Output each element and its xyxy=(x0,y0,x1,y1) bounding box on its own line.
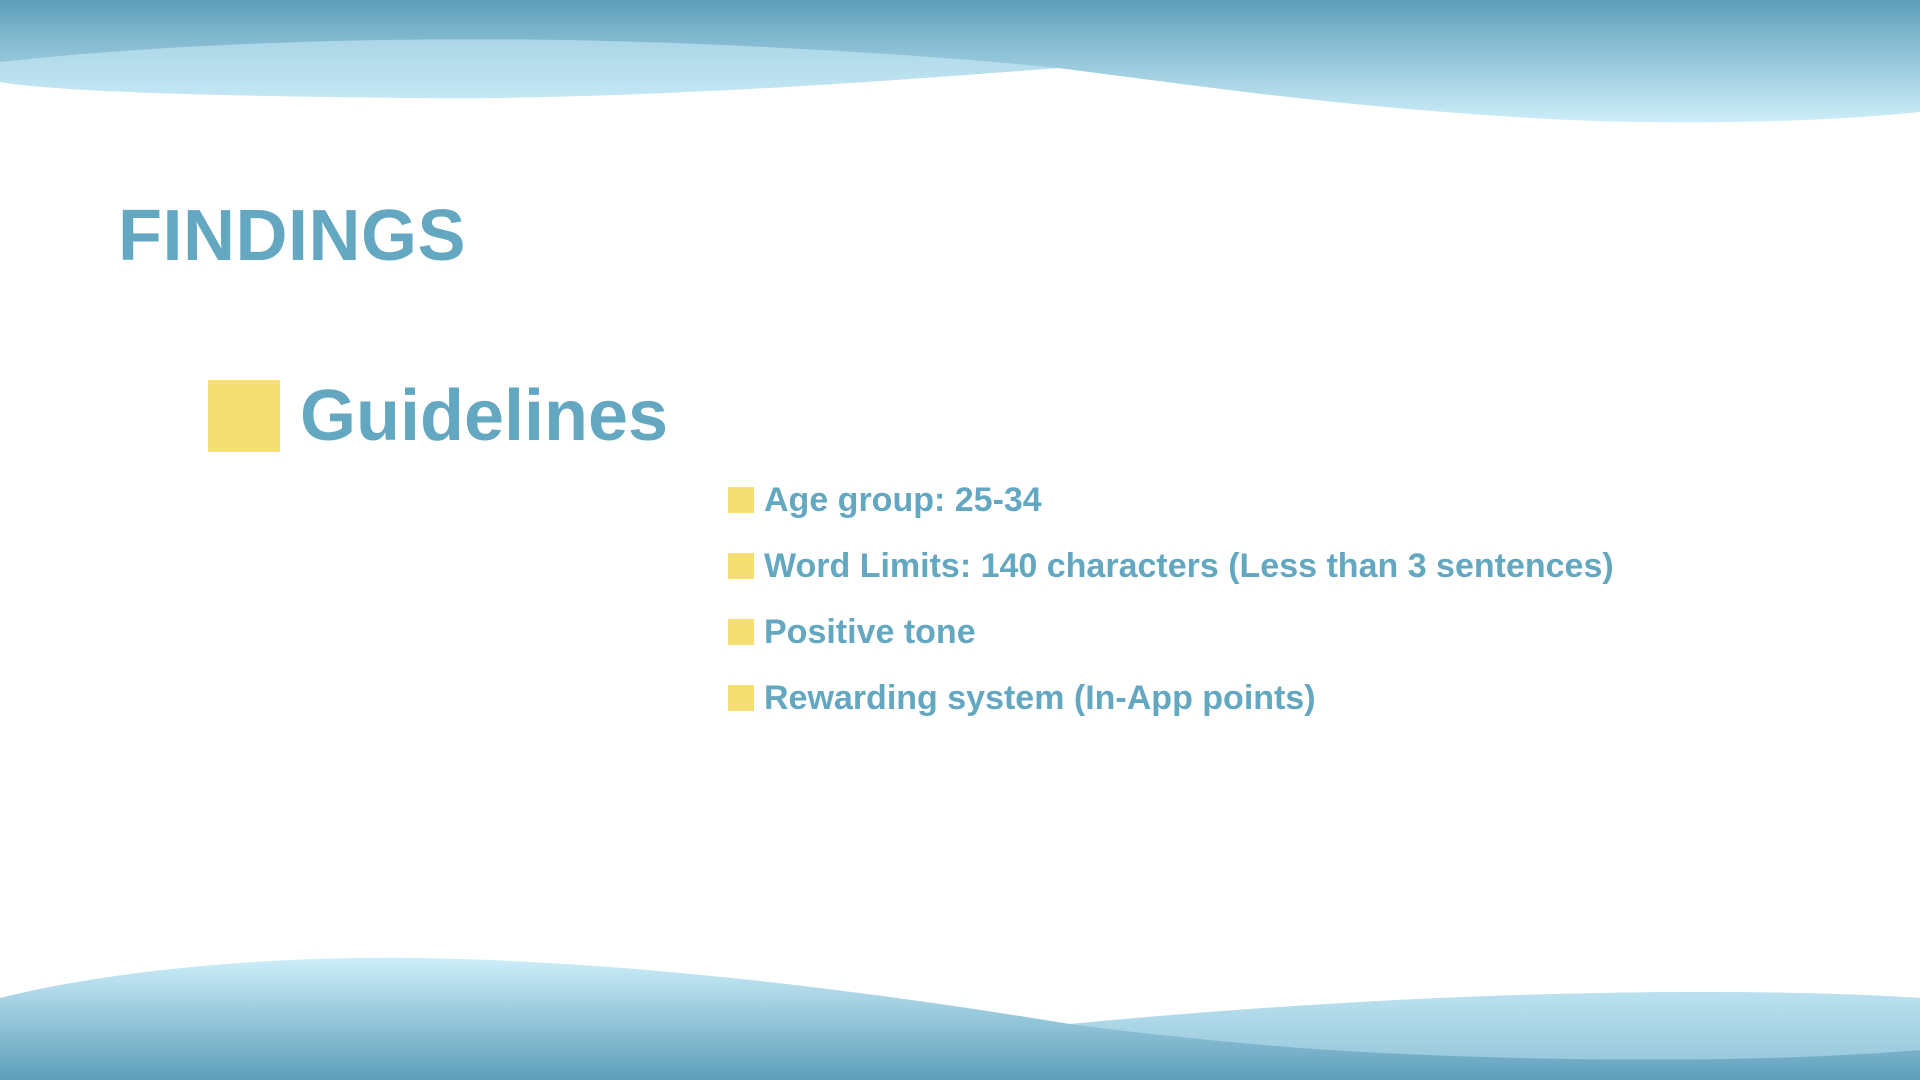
list-item-text: Age group: 25-34 xyxy=(764,481,1042,519)
bottom-wave-decoration xyxy=(0,957,1920,1080)
slide: FINDINGS Guidelines Age group: 25-34 Wor… xyxy=(0,0,1920,1080)
list-item: Word Limits: 140 characters (Less than 3… xyxy=(728,544,1614,588)
list-item-text: Positive tone xyxy=(764,613,976,651)
section-title: Guidelines xyxy=(300,376,669,456)
page-title: FINDINGS xyxy=(118,196,467,276)
guidelines-list: Age group: 25-34 Word Limits: 140 charac… xyxy=(728,478,1614,742)
square-bullet-icon xyxy=(728,685,754,711)
list-item: Positive tone xyxy=(728,610,1614,654)
list-item-text: Rewarding system (In-App points) xyxy=(764,679,1316,717)
square-bullet-icon xyxy=(728,619,754,645)
list-item: Age group: 25-34 xyxy=(728,478,1614,522)
square-bullet-icon xyxy=(728,553,754,579)
square-bullet-icon xyxy=(728,487,754,513)
list-item: Rewarding system (In-App points) xyxy=(728,676,1614,720)
list-item-text: Word Limits: 140 characters (Less than 3… xyxy=(764,547,1614,585)
square-bullet-icon xyxy=(208,380,280,452)
top-wave-decoration xyxy=(0,0,1920,123)
section-heading: Guidelines xyxy=(208,380,668,452)
